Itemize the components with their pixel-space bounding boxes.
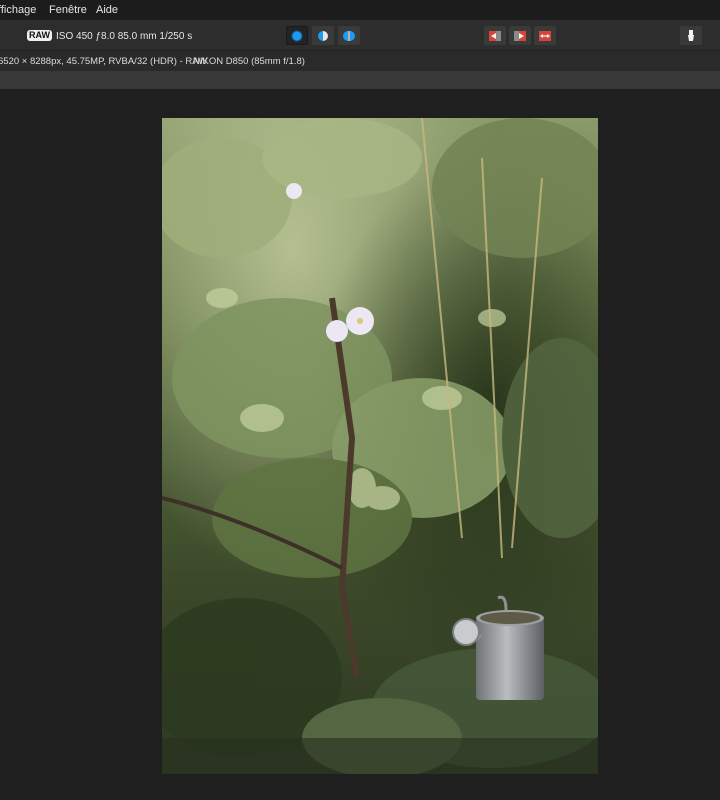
info-bar: 6520 × 8288px, 45.75MP, RVBA/32 (HDR) - …	[0, 51, 720, 71]
brush-tool-icon	[688, 29, 694, 41]
mirror-view-icon	[343, 30, 355, 41]
mirror-view-button[interactable]	[338, 26, 360, 45]
menu-aide[interactable]: Aide	[96, 4, 118, 16]
menu-fenetre[interactable]: Fenêtre	[49, 4, 87, 16]
image-canvas[interactable]	[0, 89, 720, 800]
compare-right-button[interactable]	[509, 26, 531, 45]
menu-affichage[interactable]: ffichage	[0, 4, 36, 16]
split-view-icon	[318, 30, 328, 41]
photo-preview	[162, 118, 598, 774]
compare-left-icon	[489, 30, 501, 41]
compare-swap-icon	[539, 30, 551, 41]
compare-left-button[interactable]	[484, 26, 506, 45]
brush-tool-button[interactable]	[680, 26, 702, 45]
toolbar: RAW ISO 450 ƒ8.0 85.0 mm 1/250 s	[0, 20, 720, 51]
compare-right-icon	[514, 30, 526, 41]
menu-bar: ffichage Fenêtre Aide	[0, 0, 720, 20]
garden-photo	[162, 118, 598, 774]
exif-info: ISO 450 ƒ8.0 85.0 mm 1/250 s	[56, 31, 193, 42]
compare-swap-button[interactable]	[534, 26, 556, 45]
image-dimensions: 6520 × 8288px, 45.75MP, RVBA/32 (HDR) - …	[0, 56, 208, 67]
split-view-button[interactable]	[312, 26, 334, 45]
single-view-icon	[291, 30, 303, 41]
single-view-button[interactable]	[286, 26, 308, 45]
context-toolbar	[0, 71, 720, 89]
camera-info: NIKON D850 (85mm f/1.8)	[193, 56, 305, 67]
raw-badge: RAW	[27, 30, 52, 41]
